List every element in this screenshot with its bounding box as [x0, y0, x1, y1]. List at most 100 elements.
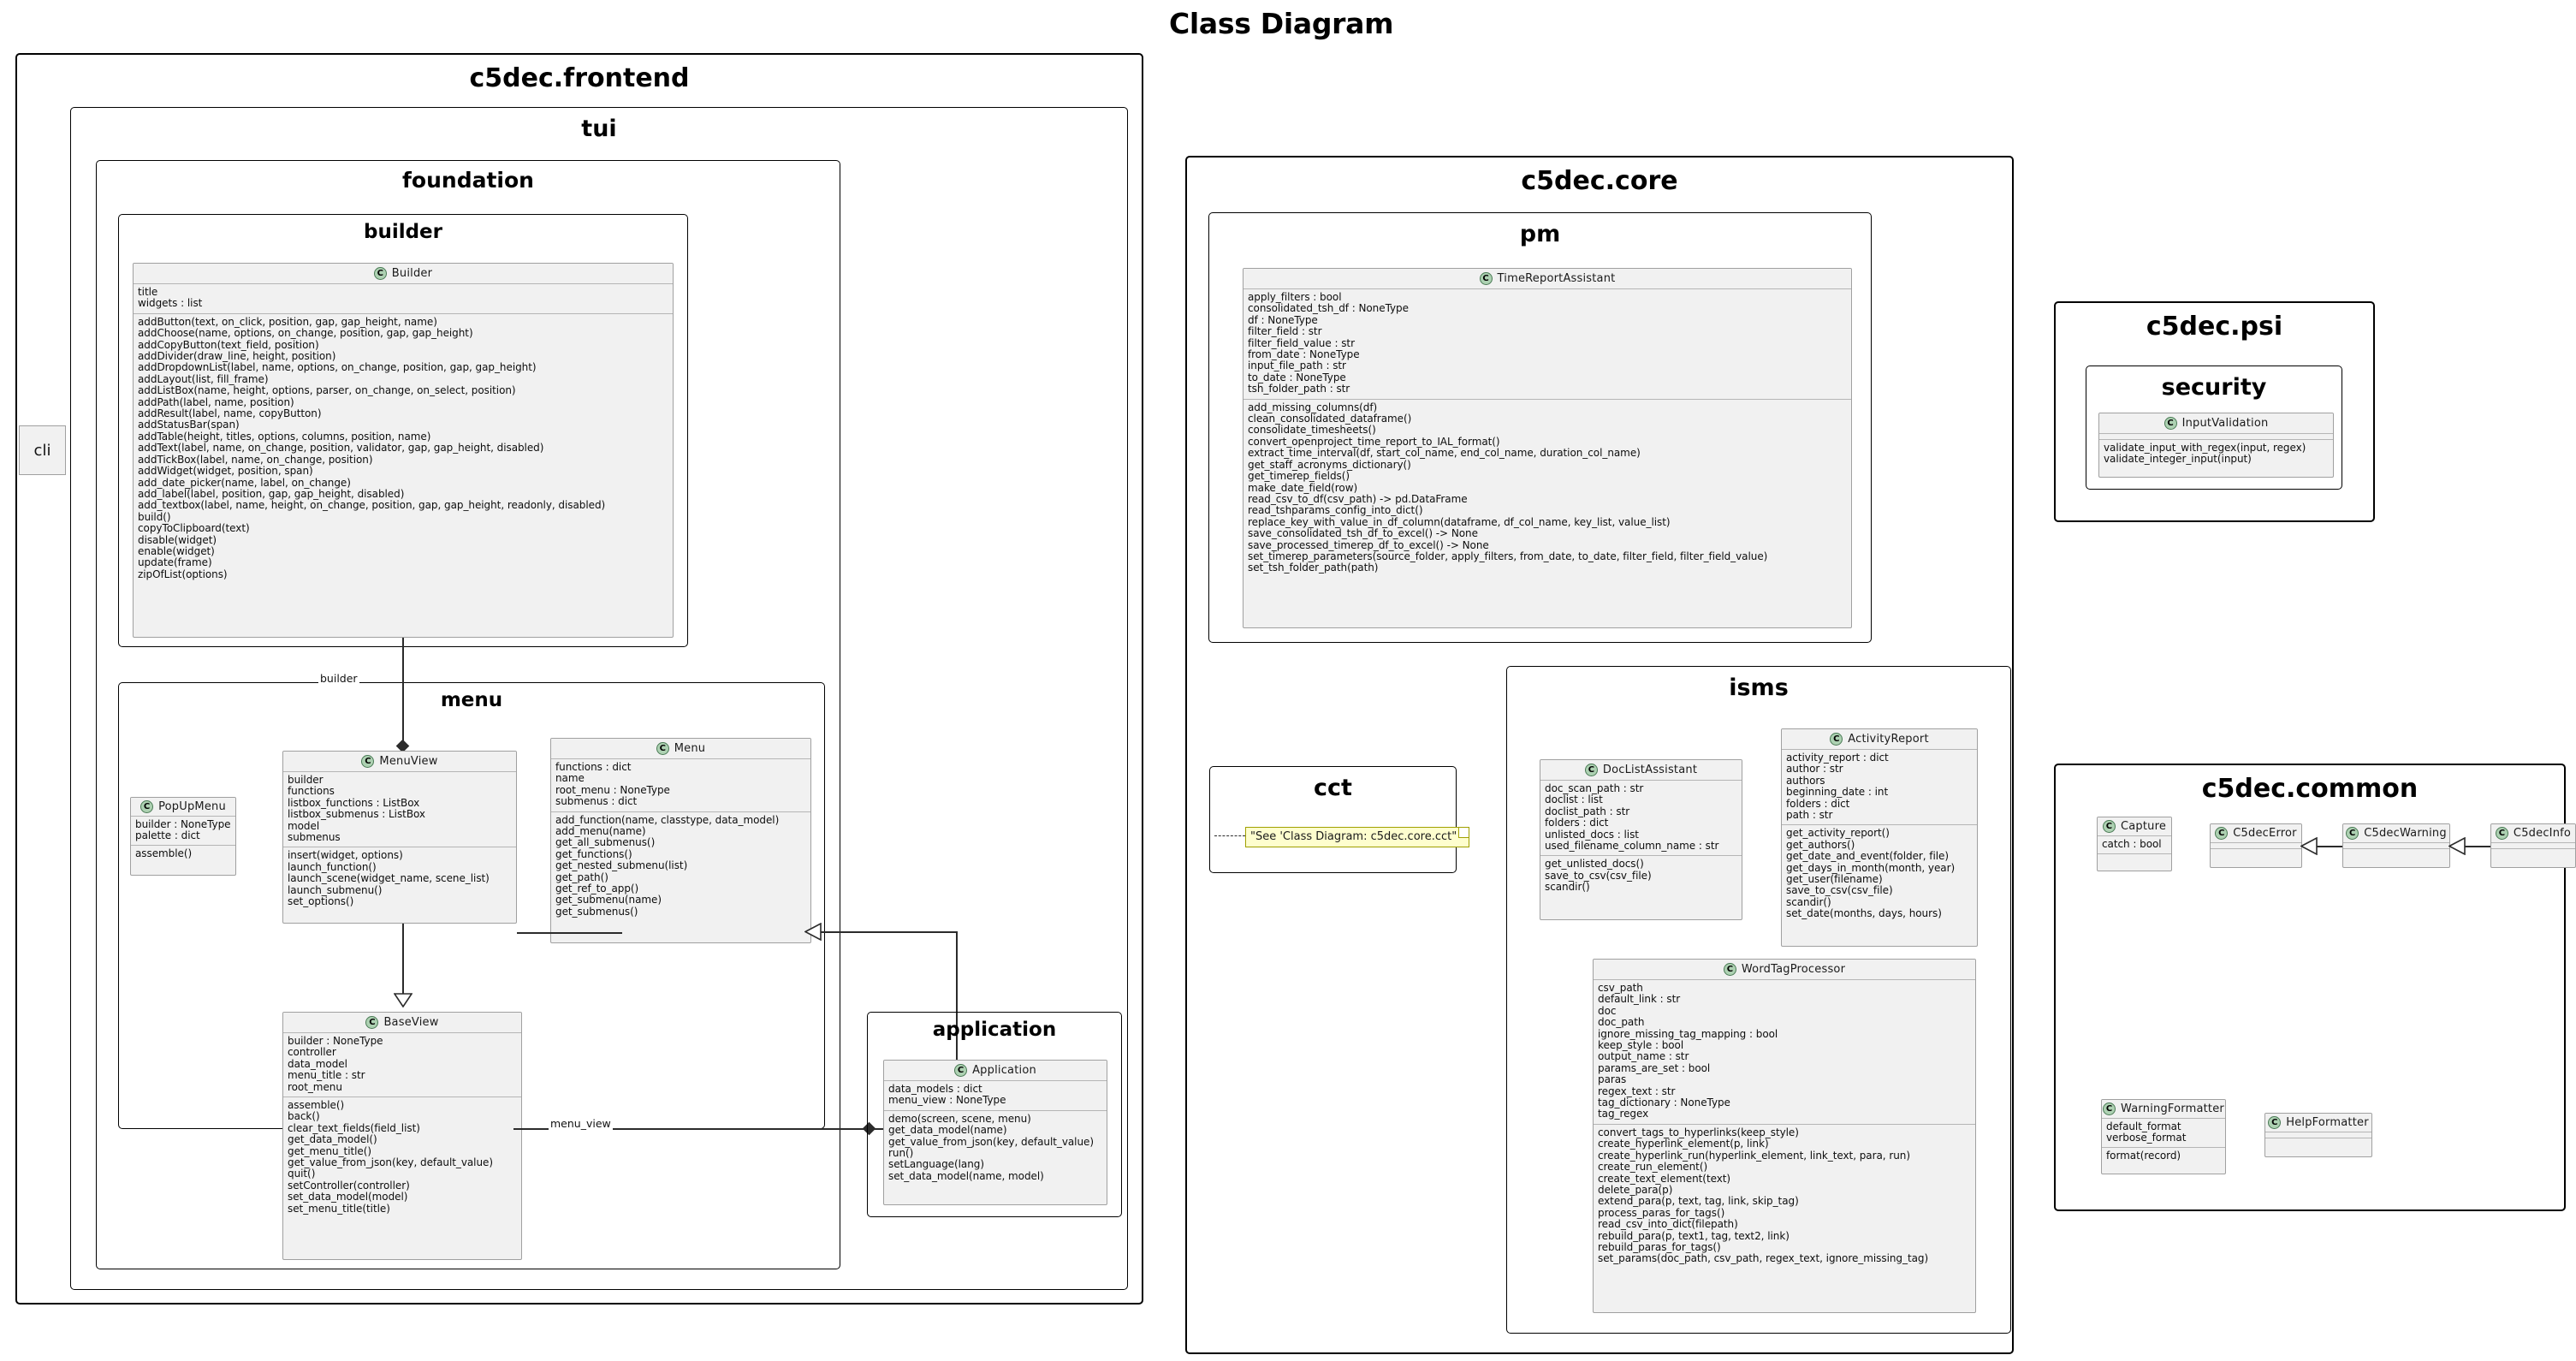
class-stereotype-icon: C: [1723, 963, 1736, 976]
class-helpformatter[interactable]: C HelpFormatter: [2264, 1113, 2372, 1157]
class-member-row: unlisted_docs : list: [1545, 828, 1639, 841]
package-title-application: application: [932, 1019, 1057, 1041]
class-c5decerror[interactable]: C C5decError: [2210, 823, 2302, 868]
class-member-row: get_value_from_json(key, default_value): [888, 1135, 1094, 1148]
class-methods-popupmenu: assemble(): [131, 846, 235, 864]
class-member-row: builder : NoneType: [288, 1035, 383, 1047]
class-timereportassistant[interactable]: C TimeReportAssistant apply_filters : bo…: [1243, 268, 1852, 628]
class-member-row: get_ref_to_app(): [555, 883, 639, 895]
class-member-row: beginning_date : int: [1786, 786, 1889, 799]
class-capture[interactable]: C Capture catch : bool: [2097, 817, 2172, 871]
class-member-row: input_file_path : str: [1248, 360, 1346, 372]
class-member-row: set_timerep_parameters(source_folder, ap…: [1248, 550, 1768, 562]
class-header-c5decinfo: C C5decInfo: [2491, 824, 2575, 843]
package-title-cct: cct: [1314, 775, 1352, 801]
class-member-row: tag_regex: [1598, 1108, 1649, 1120]
class-attributes-c5decinfo: [2491, 843, 2575, 849]
class-methods-doclistassistant: get_unlisted_docs() save_to_csv(csv_file)…: [1540, 856, 1742, 897]
class-member-row: get_value_from_json(key, default_value): [288, 1156, 493, 1169]
class-stereotype-icon: C: [656, 742, 669, 755]
class-name-baseview: BaseView: [383, 1016, 439, 1029]
class-member-row: get_submenu(name): [555, 894, 662, 906]
class-member-row: submenus : dict: [555, 795, 638, 808]
class-member-row: addCopyButton(text_field, position): [138, 338, 319, 351]
edge-label-menu-view: menu_view: [549, 1117, 613, 1130]
class-warningformatter[interactable]: C WarningFormatter default_format verbose…: [2101, 1099, 2226, 1174]
class-application[interactable]: C Application data_models : dict menu_vie…: [883, 1060, 1107, 1205]
class-inputvalidation[interactable]: C InputValidation validate_input_with_re…: [2098, 413, 2334, 478]
class-member-row: widgets : list: [138, 297, 203, 310]
edge-menuview-menu-h: [517, 932, 622, 934]
class-header-warningformatter: C WarningFormatter: [2102, 1100, 2225, 1119]
class-baseview[interactable]: C BaseView builder : NoneType controller d…: [282, 1012, 522, 1260]
class-member-row: launch_submenu(): [288, 883, 383, 896]
class-member-row: df : NoneType: [1248, 313, 1318, 326]
class-attributes-activityreport: activity_report : dict author : str author…: [1782, 750, 1977, 826]
class-member-row: params_are_set : bool: [1598, 1061, 1711, 1074]
package-cct: cct: [1209, 766, 1457, 873]
class-popupmenu[interactable]: C PopUpMenu builder : NoneType palette : …: [130, 797, 236, 876]
class-member-row: consolidated_tsh_df : NoneType: [1248, 302, 1409, 315]
class-member-row: replace_key_with_value_in_df_column(data…: [1248, 515, 1671, 528]
class-member-row: doclist : list: [1545, 793, 1603, 806]
class-member-row: addText(label, name, on_change, position…: [138, 442, 544, 455]
class-doclistassistant[interactable]: C DocListAssistant doc_scan_path : str do…: [1540, 759, 1742, 920]
class-name-doclistassistant: DocListAssistant: [1602, 764, 1698, 776]
class-attributes-c5decerror: [2211, 843, 2301, 849]
class-member-row: menu_title : str: [288, 1069, 365, 1082]
class-stereotype-icon: C: [2102, 820, 2116, 833]
class-methods-capture: [2098, 854, 2171, 861]
class-member-row: addListBox(name, height, options, parser…: [138, 384, 516, 397]
class-c5decwarning[interactable]: C C5decWarning: [2342, 823, 2450, 868]
class-member-row: addChoose(name, options, on_change, posi…: [138, 327, 473, 340]
class-menu[interactable]: C Menu functions : dict name root_menu : N…: [550, 738, 811, 943]
class-stereotype-icon: C: [140, 800, 154, 813]
class-name-capture: Capture: [2120, 820, 2167, 833]
class-member-row: update(frame): [138, 556, 212, 569]
class-member-row: addLayout(list, fill_frame): [138, 372, 269, 385]
class-attributes-builder: title widgets : list: [134, 284, 673, 314]
class-activityreport[interactable]: C ActivityReport activity_report : dict a…: [1781, 728, 1978, 947]
class-member-row: listbox_submenus : ListBox: [288, 808, 425, 821]
class-c5decinfo[interactable]: C C5decInfo: [2490, 823, 2576, 868]
edge-builder-menuview: [402, 638, 404, 750]
class-methods-activityreport: get_activity_report() get_authors() get_da…: [1782, 825, 1977, 924]
class-member-row: back(): [288, 1110, 320, 1123]
class-member-row: output_name : str: [1598, 1050, 1689, 1063]
class-name-menu: Menu: [674, 742, 706, 755]
class-member-row: addPath(label, name, position): [138, 395, 294, 408]
class-member-row: set_options(): [288, 895, 354, 908]
class-member-row: get_nested_submenu(list): [555, 859, 688, 872]
class-member-row: create_hyperlink_run(hyperlink_element, …: [1598, 1149, 1910, 1162]
class-member-row: add_textbox(label, name, height, on_chan…: [138, 499, 606, 512]
class-methods-c5decwarning: [2343, 849, 2449, 855]
class-member-row: keep_style : bool: [1598, 1039, 1684, 1052]
class-wordtagprocessor[interactable]: C WordTagProcessor csv_path default_link …: [1593, 959, 1976, 1313]
class-name-activityreport: ActivityReport: [1848, 733, 1929, 746]
class-member-row: set_menu_title(title): [288, 1202, 390, 1215]
class-member-row: save_consolidated_tsh_df_to_excel() -> N…: [1248, 527, 1478, 540]
class-name-wordtagprocessor: WordTagProcessor: [1741, 963, 1846, 976]
class-stereotype-icon: C: [365, 1016, 379, 1029]
class-methods-builder: addButton(text, on_click, position, gap,…: [134, 313, 673, 585]
class-builder[interactable]: C Builder title widgets : list addButton(…: [133, 263, 674, 638]
class-member-row: path : str: [1786, 809, 1833, 822]
class-member-row: addTable(height, titles, options, column…: [138, 430, 431, 443]
class-member-row: addWidget(widget, position, span): [138, 465, 313, 478]
class-member-row: addDivider(draw_line, height, position): [138, 350, 336, 363]
class-member-row: quit(): [288, 1168, 316, 1180]
class-member-row: functions: [288, 785, 335, 798]
class-member-row: data_model: [288, 1057, 347, 1070]
class-member-row: used_filename_column_name : str: [1545, 840, 1719, 853]
class-member-row: addDropdownList(label, name, options, on…: [138, 361, 537, 374]
class-member-row: get_menu_title(): [288, 1144, 372, 1157]
class-member-row: addStatusBar(span): [138, 419, 240, 431]
class-member-row: clean_consolidated_dataframe(): [1248, 413, 1412, 425]
class-member-row: validate_integer_input(input): [2104, 453, 2252, 466]
class-attributes-menu: functions : dict name root_menu : NoneType…: [551, 759, 810, 812]
package-title-pm: pm: [1519, 221, 1561, 247]
class-menuview[interactable]: C MenuView builder functions listbox_funct…: [282, 751, 517, 924]
package-title-menu: menu: [440, 689, 503, 711]
class-member-row: title: [138, 286, 158, 298]
class-member-row: doc: [1598, 1004, 1617, 1017]
